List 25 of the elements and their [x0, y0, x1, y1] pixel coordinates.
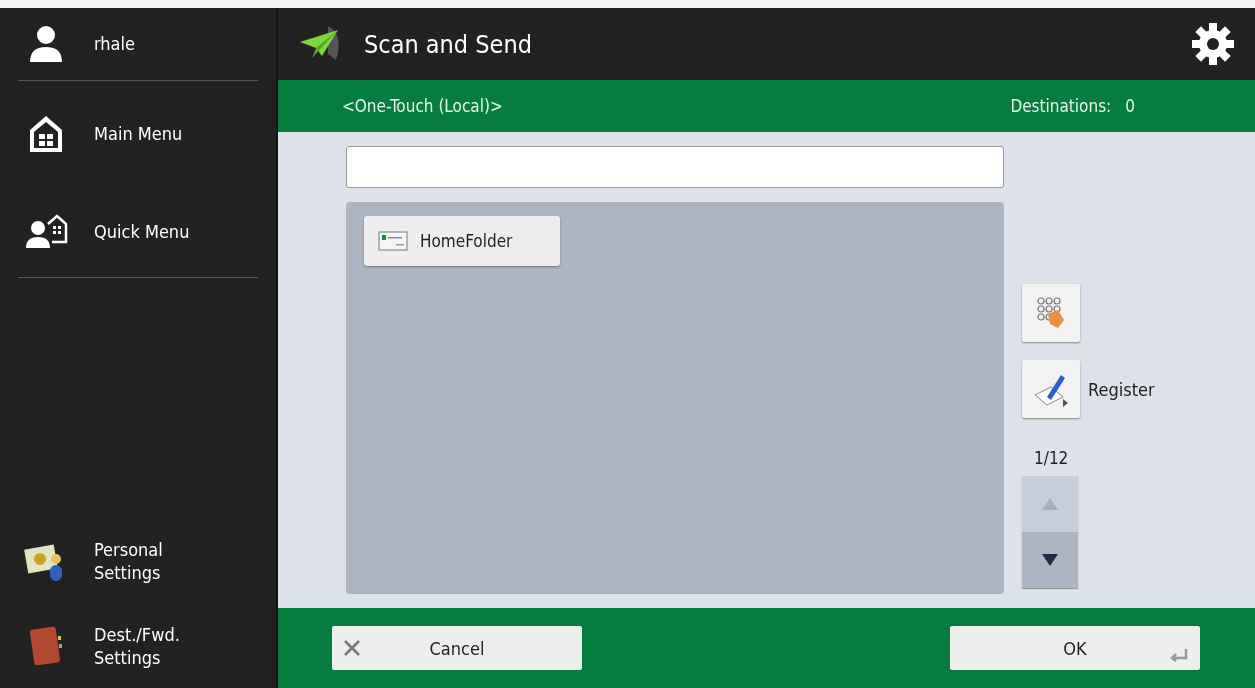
- keypad-hand-icon: [1036, 296, 1066, 330]
- settings-icon[interactable]: [1191, 22, 1235, 66]
- cancel-button[interactable]: Cancel: [332, 626, 582, 670]
- destination-button[interactable]: HomeFolder: [364, 216, 560, 266]
- destinations-count: 0: [1125, 96, 1135, 116]
- enter-icon: [1170, 648, 1188, 662]
- register-label: Register: [1088, 378, 1155, 400]
- keypad-button[interactable]: [1022, 284, 1080, 342]
- user-name: rhale: [94, 32, 135, 56]
- down-triangle-icon: [1041, 553, 1059, 567]
- sidebar-item[interactable]: Personal Settings: [0, 518, 276, 604]
- up-triangle-icon: [1041, 497, 1059, 511]
- screen-title: Scan and Send: [364, 29, 533, 59]
- sidebar-item[interactable]: Main Menu: [0, 81, 276, 187]
- sidebar-item[interactable]: Quick Menu: [0, 187, 276, 277]
- sidebar-item[interactable]: Dest./Fwd. Settings: [0, 604, 276, 688]
- ok-button[interactable]: OK: [950, 626, 1200, 670]
- search-field[interactable]: [346, 146, 1004, 188]
- register-button[interactable]: [1022, 360, 1080, 418]
- destinations-label: Destinations:: [1010, 96, 1112, 116]
- page-down-button[interactable]: [1022, 532, 1078, 588]
- page-indicator: 1/12: [1034, 448, 1070, 468]
- close-icon: [344, 640, 360, 656]
- card-icon: [378, 231, 408, 251]
- address-book-name: <One-Touch (Local)>: [342, 96, 503, 116]
